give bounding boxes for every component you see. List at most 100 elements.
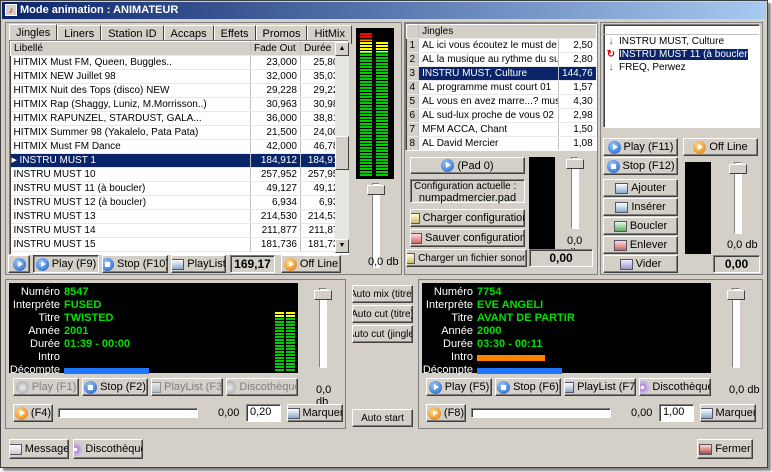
queue-item[interactable]: ↓ FREQ, Perwez: [604, 61, 759, 74]
list-item[interactable]: 3 INSTRU MUST, Culture 144,76: [406, 66, 596, 81]
message-button[interactable]: Message: [9, 439, 69, 459]
play-label: Play (F9): [51, 258, 97, 270]
library-volume-thumb[interactable]: [367, 185, 385, 195]
inserer-button[interactable]: Insérer: [603, 198, 678, 216]
table-row[interactable]: HITMIX Nuit des Tops (disco) NEW 29,228 29…: [10, 83, 348, 98]
table-row[interactable]: INSTRU MUST 15 181,736 181,736: [10, 237, 348, 252]
player1-cue-button[interactable]: (F4): [13, 404, 53, 422]
arrow-down-icon: ↓: [608, 62, 614, 73]
library-playlist-button[interactable]: PlayList: [171, 255, 226, 273]
player2-fade-input[interactable]: 1,00: [659, 404, 694, 422]
autocut-titre-button[interactable]: Auto cut (titre): [352, 305, 413, 323]
numero-label: Numéro: [433, 286, 473, 298]
table-row[interactable]: HITMIX Summer 98 (Yakalelo, Pata Pata) 21…: [10, 125, 348, 140]
scroll-thumb[interactable]: [335, 136, 349, 170]
player2-disco-button[interactable]: Discothèque: [639, 378, 711, 396]
player1-volume-slider[interactable]: [319, 288, 327, 368]
table-row[interactable]: INSTRU MUST 14 211,877 211,877: [10, 223, 348, 238]
row-fadeout: 32,000: [250, 69, 301, 84]
scroll-up-icon[interactable]: ▲: [335, 42, 349, 56]
library-offline-button[interactable]: Off Line: [281, 255, 341, 273]
queue-item[interactable]: ↻ INSTRU MUST 11 (à boucler: [604, 48, 759, 61]
queue-stop-button[interactable]: Stop (F12): [603, 157, 678, 175]
table-row[interactable]: INSTRU MUST 10 257,952 257,952: [10, 167, 348, 182]
table-row[interactable]: HITMIX Rap (Shaggy, Luniz, M.Morrisson..…: [10, 97, 348, 112]
list-item[interactable]: 1AL ici vous écoutez le must de la must2…: [406, 38, 596, 53]
boucler-button[interactable]: Boucler: [603, 217, 678, 235]
queue-play-button[interactable]: Play (F11): [603, 138, 678, 156]
table-row[interactable]: INSTRU MUST 11 (à boucler) 49,127 49,127: [10, 181, 348, 196]
library-prev-button[interactable]: [8, 255, 30, 273]
queue-item[interactable]: ↓ INSTRU MUST, Culture: [604, 35, 759, 48]
player1-marquer-button[interactable]: Marquer: [287, 404, 343, 422]
list-item[interactable]: 4 AL programme must court 01 1,57: [406, 80, 596, 95]
list-item[interactable]: 8 AL David Mercier 1,08: [406, 136, 596, 150]
library-stop-button[interactable]: Stop (F10): [102, 255, 168, 273]
player2-cue-button[interactable]: (F8): [426, 404, 466, 422]
disc-icon: [640, 380, 650, 394]
player2-marquer-button[interactable]: Marquer: [700, 404, 756, 422]
list-item[interactable]: 5AL vous en avez marre...? must c'est4,3…: [406, 94, 596, 109]
table-row[interactable]: HITMIX RAPUNZEL, STARDUST, GALA... 36,000…: [10, 111, 348, 126]
auto-controls: Auto mix (titre) Auto cut (titre) Auto c…: [349, 279, 415, 429]
display-row-intro: Intro: [9, 351, 272, 364]
autostart-button[interactable]: Auto start: [352, 409, 413, 427]
queue-volume-thumb[interactable]: [729, 164, 747, 174]
queue-offline-button[interactable]: Off Line: [683, 138, 758, 156]
col-libelle[interactable]: Libellé: [10, 41, 251, 56]
stop-label: Stop (F6): [513, 381, 559, 393]
list-item[interactable]: 2AL la musique au rythme du sud, must2,8…: [406, 52, 596, 67]
scroll-down-icon[interactable]: ▼: [335, 239, 349, 253]
charger-config-button[interactable]: Charger configuration: [410, 209, 525, 227]
jingles-volume-thumb[interactable]: [566, 159, 584, 169]
queue-list[interactable]: ↓ INSTRU MUST, Culture ↻ INSTRU MUST 11 (à …: [603, 24, 760, 128]
player2-position-track[interactable]: [471, 408, 611, 418]
table-row[interactable]: HITMIX NEW Juillet 98 32,000 35,030: [10, 69, 348, 84]
window-title: Mode animation : ANIMATEUR: [20, 4, 179, 16]
jingle-label: AL vous en avez marre...? must c'est: [418, 94, 560, 109]
library-play-button[interactable]: Play (F9): [33, 255, 99, 273]
ajouter-button[interactable]: Ajouter: [603, 179, 678, 197]
vider-button[interactable]: Vider: [603, 255, 678, 273]
jingles-list[interactable]: Jingles 1 AL ici vous écoutez le must de …: [405, 23, 597, 151]
player1-playlist-button[interactable]: PlayList (F3): [151, 378, 223, 396]
player2-play-button[interactable]: Play (F5): [426, 378, 492, 396]
list-item[interactable]: 6 AL sud-lux proche de vous 02 2,98: [406, 108, 596, 123]
table-row[interactable]: HITMIX Must FM Dance 42,000 46,785: [10, 139, 348, 154]
player2-playlist-button[interactable]: PlayList (F7): [564, 378, 636, 396]
player2-stop-button[interactable]: Stop (F6): [495, 378, 561, 396]
title-bar[interactable]: ♪ Mode animation : ANIMATEUR: [2, 2, 766, 19]
player2-volume-thumb[interactable]: [727, 290, 745, 300]
list-item[interactable]: 9AL David Mercier (soft)1,33: [407, 151, 597, 152]
discotheque-button[interactable]: Discothèque: [73, 439, 143, 459]
folder-icon: [407, 252, 416, 264]
pad-button[interactable]: (Pad 0): [410, 157, 525, 174]
autocut-jingle-button[interactable]: Auto cut (jingle): [352, 325, 413, 343]
player1-disco-button[interactable]: Discothèque: [226, 378, 298, 396]
charger-fichier-button[interactable]: Charger un fichier sonore: [406, 249, 527, 267]
sauver-config-button[interactable]: Sauver configuration: [410, 229, 525, 247]
jingle-duration: 2,98: [558, 108, 596, 123]
jingles-header[interactable]: Jingles: [418, 24, 596, 39]
col-fadeout[interactable]: Fade Out: [250, 41, 301, 56]
player1-stop-button[interactable]: Stop (F2): [82, 378, 148, 396]
table-row[interactable]: ▶ INSTRU MUST 1 184,912 184,912: [10, 153, 348, 168]
player1-volume-thumb[interactable]: [314, 290, 332, 300]
cue-icon: [14, 406, 28, 420]
display-row-interprete: Interprète EVE ANGELI: [422, 299, 685, 312]
automix-button[interactable]: Auto mix (titre): [352, 285, 413, 303]
fermer-button[interactable]: Fermer: [697, 439, 753, 459]
table-row[interactable]: HITMIX Must FM, Queen, Buggles.. 23,000 25…: [10, 55, 348, 70]
table-row[interactable]: INSTRU MUST 12 (à boucler) 6,934 6,934: [10, 195, 348, 210]
list-item[interactable]: 7 MFM ACCA, Chant 1,50: [406, 122, 596, 137]
player1-position-track[interactable]: [58, 408, 198, 418]
decompte-progress-fill: [64, 367, 149, 374]
row-libelle: INSTRU MUST 11 (à boucler): [10, 181, 251, 196]
library-scrollbar[interactable]: ▲ ▼: [335, 42, 349, 253]
enlever-button[interactable]: Enlever: [603, 236, 678, 254]
player1-play-button[interactable]: Play (F1): [13, 378, 79, 396]
table-row[interactable]: INSTRU MUST 13 214,530 214,530: [10, 209, 348, 224]
player1-fade-input[interactable]: 0,20: [246, 404, 281, 422]
player2-volume-slider[interactable]: [732, 288, 740, 368]
library-list[interactable]: Libellé Fade Out Durée HITMIX Must FM, Q…: [9, 40, 349, 255]
